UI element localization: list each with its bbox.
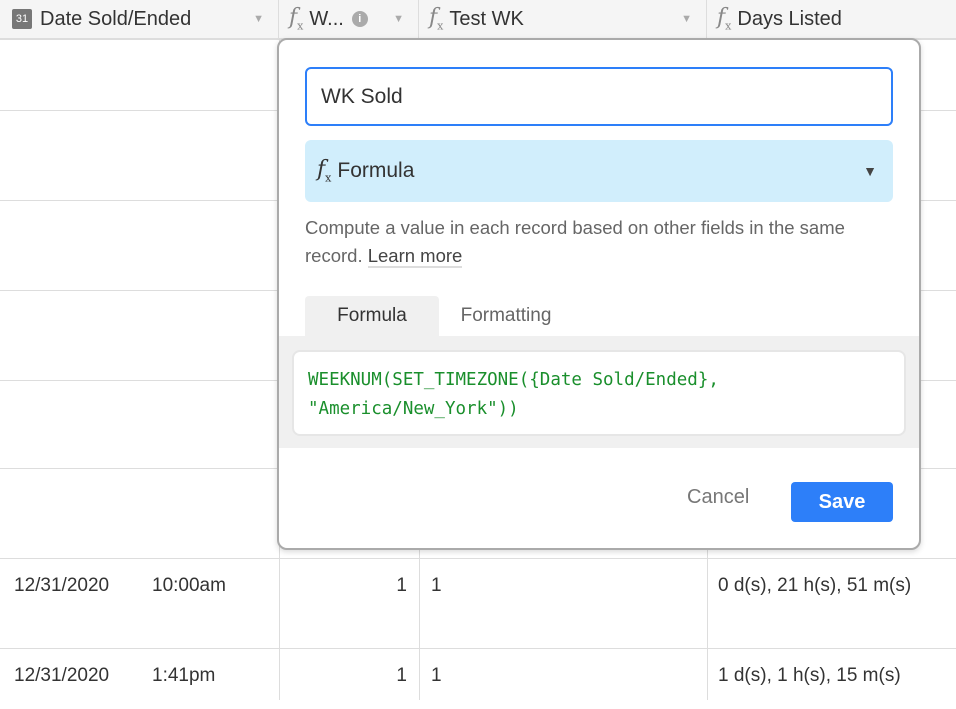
column-header-wk[interactable]: fx W... i ▼ [279,0,419,38]
formula-icon: fx [717,5,732,33]
field-name-input[interactable]: WK Sold [305,67,893,126]
popup-tabs: Formula Formatting [305,296,573,336]
tab-formatting[interactable]: Formatting [439,296,573,336]
days-listed-cell[interactable]: 0 d(s), 21 h(s), 51 m(s) [718,575,911,597]
test-wk-cell[interactable]: 1 [431,575,442,597]
column-header-test-wk[interactable]: fx Test WK ▼ [419,0,707,38]
wk-cell[interactable]: 1 [280,575,407,597]
grid-header: 31 Date Sold/Ended ▼ fx W... i ▼ fx Test… [0,0,956,40]
table-row[interactable]: 12/31/2020 10:00am 1 1 0 d(s), 21 h(s), … [0,559,956,649]
chevron-down-icon: ▼ [863,163,877,179]
table-row[interactable]: 12/31/2020 1:41pm 1 1 1 d(s), 1 h(s), 15… [0,649,956,709]
save-button[interactable]: Save [791,482,893,522]
column-label: W... [309,7,344,30]
formula-panel: WEEKNUM(SET_TIMEZONE({Date Sold/Ended}, … [279,336,919,448]
chevron-down-icon[interactable]: ▼ [253,13,264,25]
cancel-button[interactable]: Cancel [687,486,749,509]
time-cell[interactable]: 1:41pm [152,665,215,687]
field-type-label: Formula [337,159,415,182]
formula-icon: fx [429,5,444,33]
column-label: Days Listed [737,7,842,30]
tab-formula[interactable]: Formula [305,296,439,336]
info-icon[interactable]: i [351,11,368,27]
formula-icon: fx [289,5,304,33]
chevron-down-icon[interactable]: ▼ [393,13,404,25]
field-config-popup: WK Sold fx Formula ▼ Compute a value in … [277,38,921,550]
test-wk-cell[interactable]: 1 [431,665,442,687]
calendar-icon: 31 [12,9,32,29]
formula-icon: fx [317,157,332,185]
time-cell[interactable]: 10:00am [152,575,226,597]
date-cell[interactable]: 12/31/2020 [14,665,109,687]
column-header-days-listed[interactable]: fx Days Listed [707,0,956,38]
wk-cell[interactable]: 1 [280,665,407,687]
column-header-date-sold[interactable]: 31 Date Sold/Ended ▼ [0,0,279,38]
learn-more-link[interactable]: Learn more [367,245,463,268]
field-type-description: Compute a value in each record based on … [305,214,885,270]
formula-editor[interactable]: WEEKNUM(SET_TIMEZONE({Date Sold/Ended}, … [292,350,906,436]
days-listed-cell[interactable]: 1 d(s), 1 h(s), 15 m(s) [718,665,901,687]
date-cell[interactable]: 12/31/2020 [14,575,109,597]
chevron-down-icon[interactable]: ▼ [681,13,692,25]
column-label: Date Sold/Ended [40,7,192,30]
column-label: Test WK [449,7,524,30]
field-type-select[interactable]: fx Formula ▼ [305,140,893,202]
